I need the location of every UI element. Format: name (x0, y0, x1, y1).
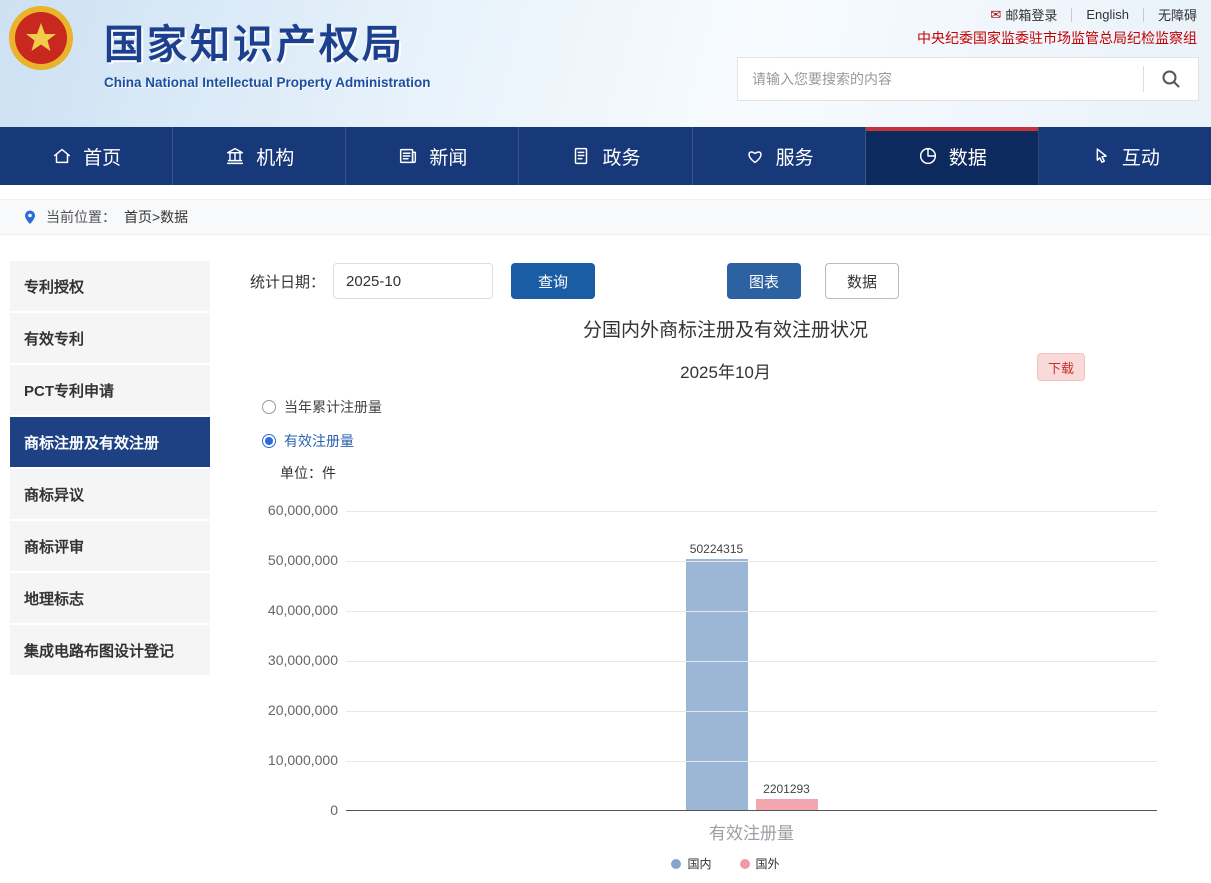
nav-item-label: 数据 (949, 143, 987, 170)
date-label: 统计日期： (250, 271, 325, 292)
sidebar-item-ic-layout-design[interactable]: 集成电路布图设计登记 (10, 625, 210, 677)
x-category-label: 有效注册量 (346, 819, 1157, 844)
sidebar: 专利授权 有效专利 PCT专利申请 商标注册及有效注册 商标异议 商标评审 地理… (10, 261, 210, 883)
nav-item-label: 互动 (1122, 143, 1160, 170)
sidebar-item-trademark-review[interactable]: 商标评审 (10, 521, 210, 573)
gridline (346, 711, 1157, 712)
site-header: 国家知识产权局 China National Intellectual Prop… (0, 0, 1211, 127)
search-button[interactable] (1144, 58, 1198, 100)
sidebar-item-trademark-opposition[interactable]: 商标异议 (10, 469, 210, 521)
english-link[interactable]: English (1086, 7, 1129, 22)
pie-chart-icon (917, 145, 939, 167)
bar-group: 50224315 (686, 542, 748, 810)
nav-item-label: 机构 (256, 143, 294, 170)
y-tick-label: 60,000,000 (268, 502, 338, 518)
nav-item-label: 新闻 (429, 143, 467, 170)
bar-value-label: 2201293 (763, 782, 810, 796)
service-heart-icon (744, 145, 766, 167)
hand-pointer-icon (1090, 145, 1112, 167)
nav-item-government[interactable]: 政务 (519, 127, 692, 185)
nav-item-institution[interactable]: 机构 (173, 127, 346, 185)
nav-item-label: 政务 (602, 143, 640, 170)
home-icon (51, 145, 73, 167)
institution-icon (224, 145, 246, 167)
divider (1071, 8, 1072, 22)
main-panel: 统计日期： 查询 图表 数据 分国内外商标注册及有效注册状况 2025年10月 … (210, 235, 1211, 883)
mail-icon: ✉ (990, 7, 1001, 23)
radio-unselected-icon[interactable] (262, 400, 276, 414)
bar-value-label: 50224315 (690, 542, 743, 556)
national-emblem-logo (8, 5, 74, 71)
search-box (737, 57, 1199, 101)
search-icon (1160, 68, 1182, 90)
government-doc-icon (570, 145, 592, 167)
breadcrumb-path[interactable]: 首页>数据 (124, 207, 188, 227)
y-tick-label: 10,000,000 (268, 752, 338, 768)
location-pin-icon (22, 209, 38, 225)
chart-card: 分国内外商标注册及有效注册状况 2025年10月 下载 当年累计注册量 有效注册… (250, 315, 1201, 883)
top-links: ✉ 邮箱登录 English 无障碍 (990, 5, 1197, 24)
chart-title: 分国内外商标注册及有效注册状况 (250, 315, 1201, 342)
sidebar-item-pct-application[interactable]: PCT专利申请 (10, 365, 210, 417)
legend-dot (671, 859, 681, 869)
unit-label: 单位：件 (280, 463, 1201, 483)
nav-item-service[interactable]: 服务 (693, 127, 866, 185)
breadcrumb-prefix: 当前位置： (46, 207, 116, 227)
gridline (346, 561, 1157, 562)
legend-dot (740, 859, 750, 869)
accessibility-link[interactable]: 无障碍 (1158, 5, 1197, 24)
mail-login-link[interactable]: ✉ 邮箱登录 (990, 5, 1057, 24)
sidebar-item-trademark-registration[interactable]: 商标注册及有效注册 (10, 417, 210, 469)
nav-item-interaction[interactable]: 互动 (1039, 127, 1211, 185)
discipline-inspection-banner-link[interactable]: 中央纪委国家监委驻市场监管总局纪检监察组 (917, 28, 1197, 48)
divider (1143, 8, 1144, 22)
download-button[interactable]: 下载 (1037, 353, 1085, 381)
breadcrumb: 当前位置： 首页>数据 (0, 199, 1211, 235)
y-tick-label: 30,000,000 (268, 652, 338, 668)
chart-plot: 50224315 2201293 (346, 511, 1157, 811)
y-tick-label: 20,000,000 (268, 702, 338, 718)
radio-selected-icon[interactable] (262, 434, 276, 448)
gridline (346, 511, 1157, 512)
y-axis: 60,000,00050,000,00040,000,00030,000,000… (250, 511, 338, 811)
nav-item-label: 首页 (83, 143, 121, 170)
bar-chart: 60,000,00050,000,00040,000,00030,000,000… (250, 511, 1201, 883)
bar-国内 (686, 559, 748, 810)
gridline (346, 661, 1157, 662)
y-tick-label: 50,000,000 (268, 552, 338, 568)
sidebar-item-valid-patent[interactable]: 有效专利 (10, 313, 210, 365)
sidebar-item-patent-grant[interactable]: 专利授权 (10, 261, 210, 313)
gridline (346, 611, 1157, 612)
content-area: 专利授权 有效专利 PCT专利申请 商标注册及有效注册 商标异议 商标评审 地理… (0, 235, 1211, 883)
radio-option-label: 当年累计注册量 (284, 397, 382, 417)
gridline (346, 761, 1157, 762)
search-input[interactable] (738, 71, 1143, 87)
sidebar-item-geographical-indication[interactable]: 地理标志 (10, 573, 210, 625)
y-tick-label: 40,000,000 (268, 602, 338, 618)
site-logo-text: 国家知识产权局 China National Intellectual Prop… (104, 12, 431, 90)
query-button[interactable]: 查询 (511, 263, 595, 299)
radio-option-annual-cumulative[interactable]: 当年累计注册量 (262, 397, 1201, 417)
mail-login-label: 邮箱登录 (1005, 5, 1057, 24)
date-input[interactable] (333, 263, 493, 299)
y-tick-label: 0 (330, 802, 338, 818)
bar-国外 (756, 799, 818, 810)
radio-option-valid-registration[interactable]: 有效注册量 (262, 431, 1201, 451)
site-title: 国家知识产权局 (104, 12, 431, 70)
data-view-button[interactable]: 数据 (825, 263, 899, 299)
radio-option-label: 有效注册量 (284, 431, 354, 451)
nav-item-label: 服务 (776, 143, 814, 170)
bar-group: 2201293 (756, 782, 818, 810)
site-subtitle: China National Intellectual Property Adm… (104, 75, 431, 90)
nav-item-news[interactable]: 新闻 (346, 127, 519, 185)
news-icon (397, 145, 419, 167)
main-nav: 首页 机构 新闻 政务 服务 数据 互动 (0, 127, 1211, 185)
chart-view-button[interactable]: 图表 (727, 263, 801, 299)
nav-item-data[interactable]: 数据 (866, 127, 1039, 185)
query-toolbar: 统计日期： 查询 图表 数据 (250, 261, 1201, 301)
nav-item-home[interactable]: 首页 (0, 127, 173, 185)
